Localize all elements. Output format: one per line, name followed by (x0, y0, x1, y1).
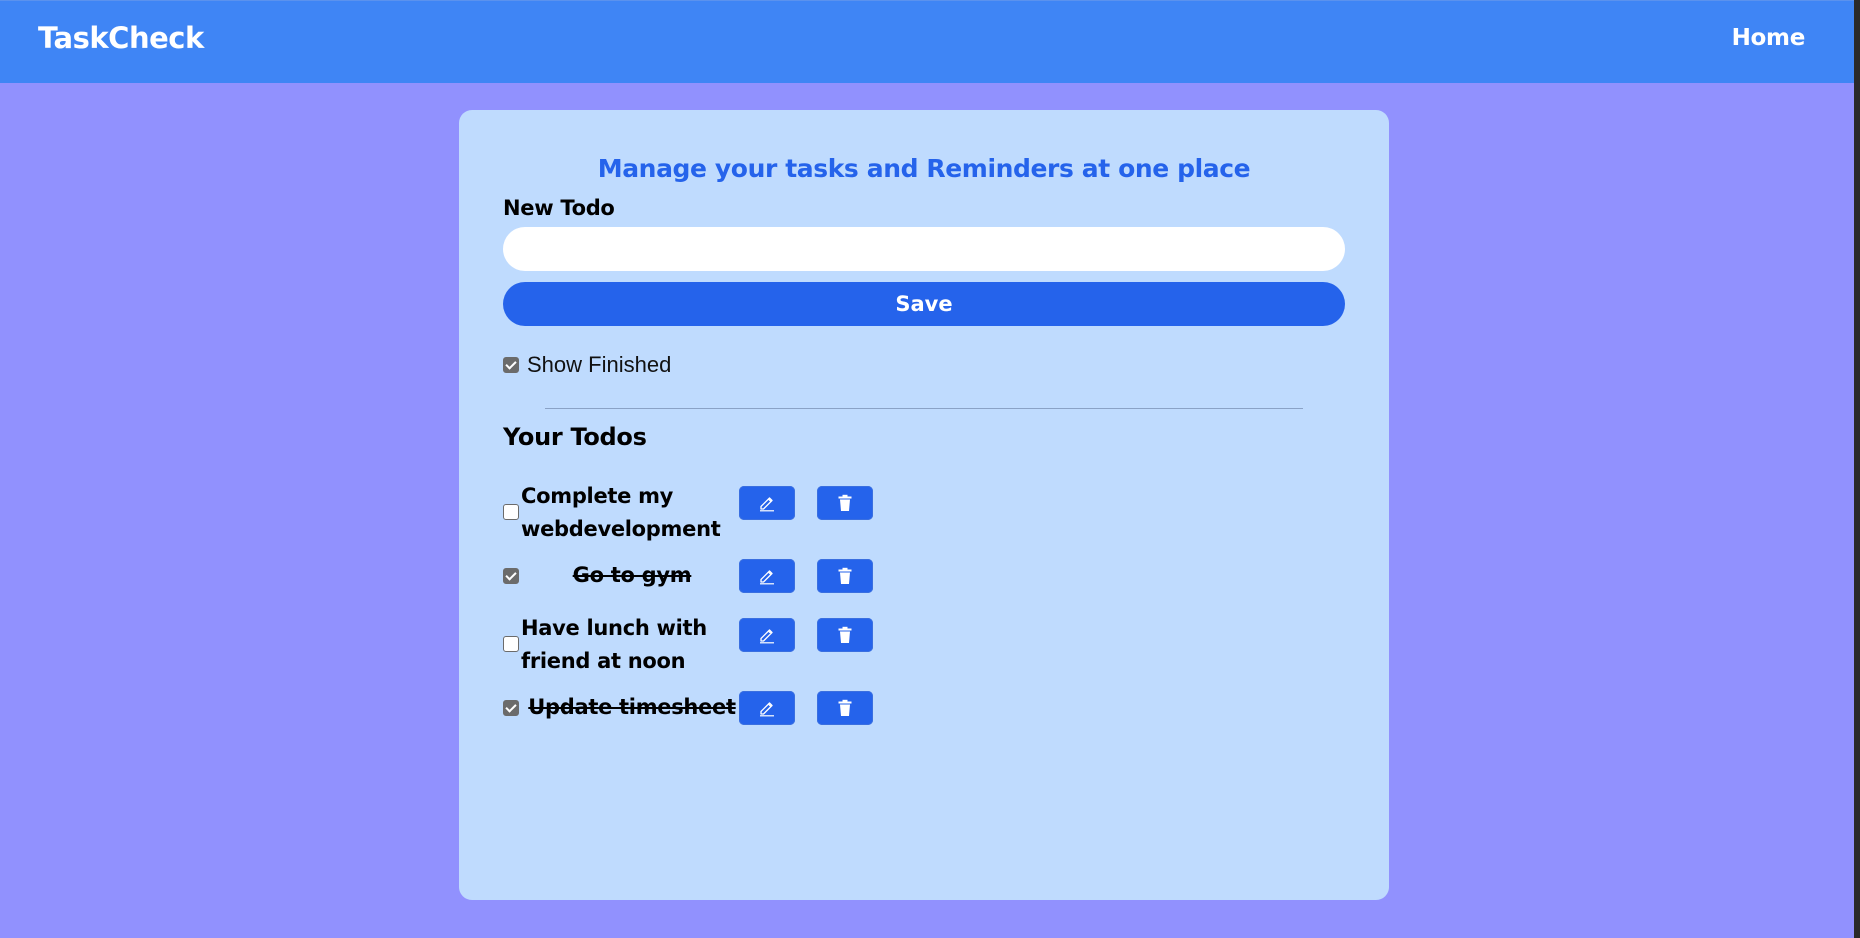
todo-item: Complete my webdevelopment (503, 479, 923, 545)
new-todo-input[interactable] (503, 227, 1345, 271)
new-todo-label: New Todo (503, 196, 615, 220)
navbar: TaskCheck Home (0, 0, 1860, 83)
delete-button[interactable] (817, 486, 873, 520)
todo-item: Go to gym (503, 556, 923, 596)
brand-logo[interactable]: TaskCheck (38, 21, 204, 55)
todos-section-title: Your Todos (503, 423, 647, 451)
delete-button[interactable] (817, 559, 873, 593)
page-title: Manage your tasks and Reminders at one p… (597, 154, 1251, 183)
todo-text: Have lunch with friend at noon (521, 616, 707, 673)
show-finished-label[interactable]: Show Finished (527, 352, 671, 378)
show-finished-checkbox[interactable] (503, 357, 519, 373)
trash-icon (837, 699, 853, 717)
pencil-icon (758, 699, 776, 717)
trash-icon (837, 494, 853, 512)
todo-item: Have lunch with friend at noon (503, 611, 923, 677)
pencil-icon (758, 494, 776, 512)
pencil-icon (758, 567, 776, 585)
pencil-icon (758, 626, 776, 644)
todo-text: Complete my webdevelopment (521, 484, 721, 541)
delete-button[interactable] (817, 691, 873, 725)
edit-button[interactable] (739, 618, 795, 652)
edit-button[interactable] (739, 559, 795, 593)
nav-home-link[interactable]: Home (1732, 25, 1806, 51)
todo-text: Update timesheet (528, 695, 736, 719)
edit-button[interactable] (739, 486, 795, 520)
todo-item: Update timesheet (503, 688, 923, 728)
todo-checkbox[interactable] (503, 568, 519, 584)
trash-icon (837, 567, 853, 585)
window-scrollbar[interactable] (1854, 0, 1860, 938)
trash-icon (837, 626, 853, 644)
divider (545, 408, 1303, 409)
delete-button[interactable] (817, 618, 873, 652)
show-finished-toggle[interactable]: Show Finished (503, 352, 671, 378)
todo-checkbox[interactable] (503, 636, 519, 652)
todo-checkbox[interactable] (503, 504, 519, 520)
save-button[interactable]: Save (503, 282, 1345, 326)
todo-checkbox[interactable] (503, 700, 519, 716)
edit-button[interactable] (739, 691, 795, 725)
todo-card: Manage your tasks and Reminders at one p… (459, 110, 1389, 900)
todo-text: Go to gym (572, 563, 692, 587)
